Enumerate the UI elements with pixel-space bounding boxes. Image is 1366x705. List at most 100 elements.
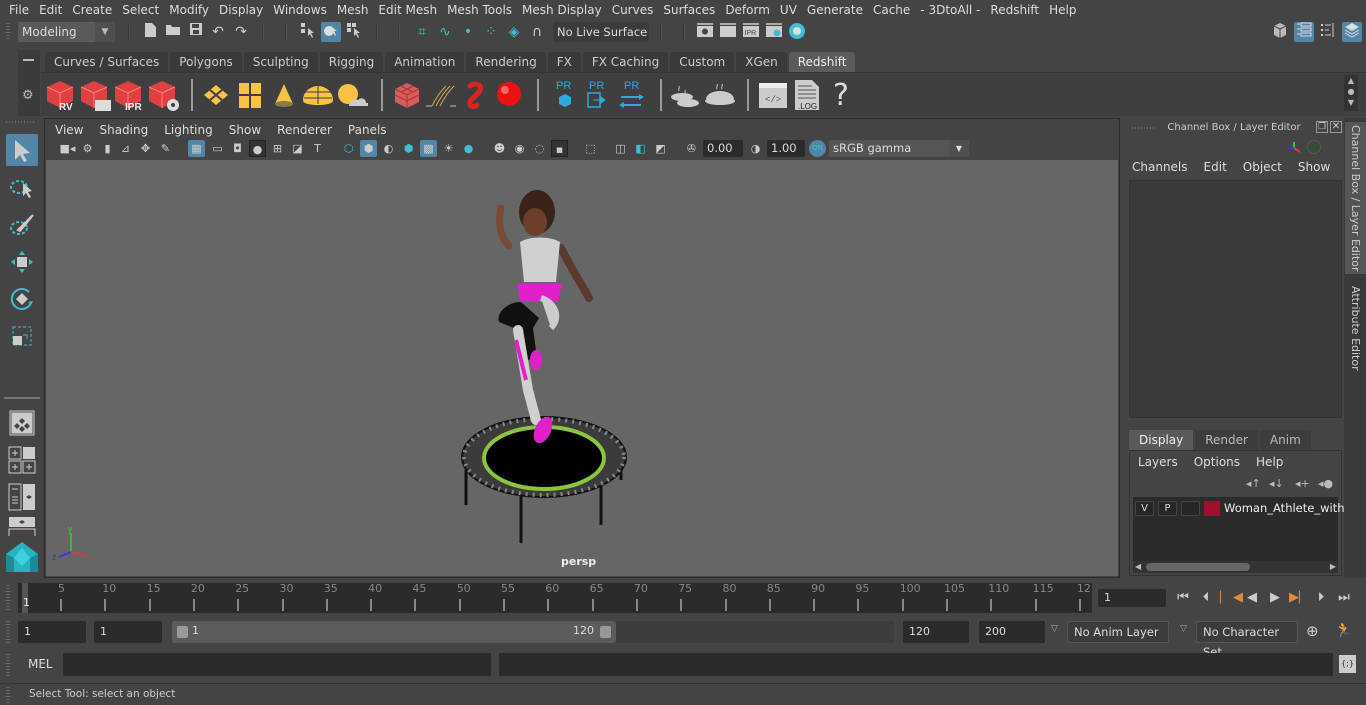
side-tab-channel-box[interactable]: Channel Box / Layer Editor <box>1345 122 1366 274</box>
playback-start-field[interactable]: 1 <box>94 621 162 643</box>
menu-mesh-tools[interactable]: Mesh Tools <box>442 3 517 17</box>
animation-start-field[interactable]: 1 <box>18 621 86 643</box>
shelf-tab-rigging[interactable]: Rigging <box>319 52 384 72</box>
shelf-tab-curves-surfaces[interactable]: Curves / Surfaces <box>45 52 169 72</box>
layer-tab-render[interactable]: Render <box>1195 430 1258 450</box>
step-back-frame-icon[interactable]: ⎸◀ <box>1220 589 1243 607</box>
playback-end-field[interactable]: 120 <box>903 621 969 643</box>
shadows-icon[interactable]: ● <box>460 140 477 157</box>
auto-key-icon[interactable]: ⊕ <box>1306 622 1319 640</box>
layer-menu-layers[interactable]: Layers <box>1138 455 1178 469</box>
anim-layer-dropdown[interactable]: No Anim Layer <box>1067 621 1169 643</box>
xray-icon[interactable]: ◫ <box>612 140 629 157</box>
attribute-editor-icon[interactable] <box>1294 22 1314 42</box>
safe-title-icon[interactable]: T <box>309 140 326 157</box>
color-management-toggle[interactable]: ON <box>809 140 826 157</box>
gear-icon[interactable]: ⚙ <box>22 88 34 103</box>
play-backwards-icon[interactable]: ◀ <box>1243 589 1261 607</box>
gamma-icon[interactable]: ◑ <box>747 140 764 157</box>
snap-view-plane-icon[interactable]: ⁘ <box>481 22 501 42</box>
range-start-handle[interactable] <box>177 626 188 638</box>
menu-modify[interactable]: Modify <box>164 3 214 17</box>
menu-file[interactable]: File <box>4 3 34 17</box>
shelf-tab-rendering[interactable]: Rendering <box>466 52 546 72</box>
camera-attributes-icon[interactable]: ⚙ <box>79 140 96 157</box>
grid-icon[interactable]: ▦ <box>188 140 205 157</box>
shelf-tab-menu-icon[interactable] <box>23 59 34 61</box>
render-view-icon[interactable] <box>695 22 715 42</box>
paint-select-tool-button[interactable] <box>6 209 38 241</box>
drag-handle[interactable] <box>6 621 10 643</box>
default-material-icon[interactable]: ◐ <box>380 140 397 157</box>
rs-render-settings-button[interactable] <box>147 77 181 113</box>
new-scene-icon[interactable] <box>140 22 160 42</box>
resolution-gate-icon[interactable]: ◘ <box>229 140 246 157</box>
shelf-tab-fx-caching[interactable]: FX Caching <box>582 52 669 72</box>
modeling-toolkit-icon[interactable] <box>1270 22 1290 42</box>
snap-grid-icon[interactable]: ⌗ <box>412 22 432 42</box>
drag-handle[interactable] <box>6 654 10 676</box>
channel-box-menu-channels[interactable]: Channels <box>1132 160 1188 174</box>
wireframe-icon[interactable]: ⬡ <box>340 140 357 157</box>
four-view-layout-button[interactable] <box>6 444 38 476</box>
rs-proxy-create-button[interactable]: PR <box>548 77 582 113</box>
menu-surfaces[interactable]: Surfaces <box>658 3 720 17</box>
menu-redshift[interactable]: Redshift <box>985 3 1044 17</box>
shelf-tab-fx[interactable]: FX <box>547 52 581 72</box>
use-all-lights-icon[interactable]: ☀ <box>440 140 457 157</box>
render-settings-icon[interactable] <box>764 22 784 42</box>
move-tool-button[interactable] <box>6 246 38 278</box>
current-frame-field[interactable]: 1 <box>1098 589 1166 607</box>
play-forwards-icon[interactable]: ▶ <box>1266 589 1284 607</box>
rs-proxy-convert-button[interactable]: PR <box>616 77 650 113</box>
channel-box-menu-object[interactable]: Object <box>1243 160 1282 174</box>
rs-bake-button[interactable] <box>703 77 737 113</box>
menu-help[interactable]: Help <box>1044 3 1081 17</box>
layer-name[interactable]: Woman_Athlete_with_ <box>1224 501 1350 515</box>
scroll-left-icon[interactable]: ◀ <box>1135 562 1141 571</box>
shelf-scroll[interactable]: ▲ ● ▼ <box>1344 75 1358 111</box>
menu-deform[interactable]: Deform <box>720 3 775 17</box>
rs-portal-light-button[interactable] <box>233 77 267 113</box>
rs-bake-multiple-button[interactable] <box>669 77 703 113</box>
gamma-field[interactable]: 1.00 <box>767 140 805 157</box>
viewport-menu-shading[interactable]: Shading <box>91 121 156 139</box>
menu-display[interactable]: Display <box>214 3 268 17</box>
scale-tool-button[interactable] <box>6 320 38 352</box>
menu-create[interactable]: Create <box>67 3 117 17</box>
rs-dome-light-button[interactable] <box>301 77 335 113</box>
image-plane-icon[interactable]: ⊿ <box>117 140 134 157</box>
move-layer-up-icon[interactable]: ◂↑ <box>1246 477 1261 490</box>
shelf-tab-redshift[interactable]: Redshift <box>788 52 856 72</box>
rs-area-light-button[interactable] <box>199 77 233 113</box>
menu-select[interactable]: Select <box>117 3 164 17</box>
xray-components-icon[interactable]: ◩ <box>652 140 669 157</box>
bookmark-icon[interactable]: ▮ <box>99 140 116 157</box>
menu-edit-mesh[interactable]: Edit Mesh <box>373 3 442 17</box>
viewport-menu-view[interactable]: View <box>47 121 91 139</box>
anti-aliasing-icon[interactable]: ◌ <box>531 140 548 157</box>
open-scene-icon[interactable] <box>163 22 183 42</box>
rs-hair-button[interactable] <box>424 77 458 113</box>
tool-settings-icon[interactable] <box>1318 22 1338 42</box>
screen-space-ao-icon[interactable]: ☻ <box>491 140 508 157</box>
camera-select-icon[interactable]: ■◂ <box>59 140 76 157</box>
viewport-menu-show[interactable]: Show <box>221 121 269 139</box>
character-set-dropdown[interactable]: No Character Set <box>1196 621 1298 659</box>
gate-mask-icon[interactable]: ● <box>249 140 266 157</box>
range-slider[interactable]: 1 120 <box>172 621 616 643</box>
make-live-icon[interactable]: ∩ <box>527 22 547 42</box>
select-tool-button[interactable] <box>6 134 38 166</box>
menu-curves[interactable]: Curves <box>607 3 659 17</box>
float-panel-icon[interactable]: ❐ <box>1316 121 1328 133</box>
live-surface-field[interactable]: No Live Surface <box>553 22 649 42</box>
menu-edit[interactable]: Edit <box>34 3 67 17</box>
layer-playback-toggle[interactable]: P <box>1158 501 1177 516</box>
wireframe-on-shaded-icon[interactable]: ⬢ <box>400 140 417 157</box>
viewport-menu-lighting[interactable]: Lighting <box>156 121 221 139</box>
viewport-menu-renderer[interactable]: Renderer <box>269 121 340 139</box>
lasso-tool-button[interactable] <box>6 172 38 204</box>
rs-ipr-button[interactable]: IPR <box>113 77 147 113</box>
script-editor-icon[interactable]: {;} <box>1339 655 1356 673</box>
exposure-icon[interactable]: ✇ <box>683 140 700 157</box>
